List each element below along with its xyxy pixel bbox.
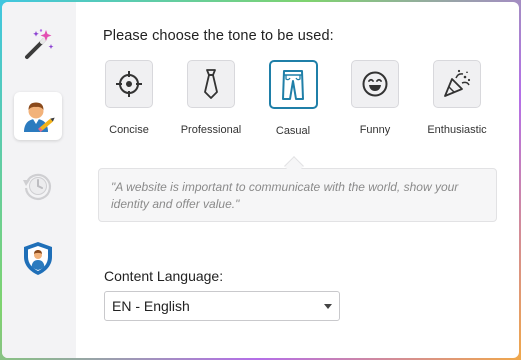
sidebar	[2, 2, 76, 358]
content-language-select[interactable]: EN - English	[104, 291, 340, 321]
sidebar-item-magic-wand[interactable]	[14, 20, 62, 68]
tone-example-box: "A website is important to communicate w…	[98, 168, 497, 222]
sidebar-item-history[interactable]	[14, 162, 62, 210]
tone-prompt: Please choose the tone to be used:	[103, 28, 334, 44]
jeans-icon	[282, 69, 304, 100]
tone-box[interactable]	[105, 60, 153, 108]
tone-option-concise[interactable]: Concise	[89, 60, 169, 136]
party-popper-icon	[444, 69, 471, 97]
user-edit-icon	[24, 102, 55, 132]
tone-option-professional[interactable]: Professional	[171, 60, 251, 136]
history-clock-icon	[23, 173, 52, 200]
tie-icon	[204, 69, 218, 99]
tone-option-casual[interactable]: Casual	[253, 60, 333, 137]
tone-option-enthusiastic[interactable]: Enthusiastic	[417, 60, 497, 136]
tone-label: Funny	[359, 124, 391, 136]
tone-box[interactable]	[187, 60, 235, 108]
target-icon	[116, 71, 142, 97]
tone-box[interactable]	[268, 60, 318, 109]
magic-wand-icon	[25, 29, 54, 59]
content-language-label: Content Language:	[104, 268, 224, 284]
sidebar-item-user-writer[interactable]	[14, 92, 62, 140]
tone-label: Casual	[275, 125, 311, 137]
content-language-value: EN - English	[112, 298, 190, 314]
tone-box[interactable]	[433, 60, 481, 108]
tone-label: Concise	[109, 124, 149, 136]
tone-label: Enthusiastic	[427, 124, 487, 136]
shield-user-icon	[24, 242, 52, 275]
chevron-down-icon	[324, 304, 332, 309]
tone-label: Professional	[180, 124, 242, 136]
tone-option-funny[interactable]: Funny	[335, 60, 415, 136]
main-panel: Please choose the tone to be used: Conci…	[76, 2, 519, 358]
laugh-icon	[362, 71, 388, 97]
sidebar-item-security[interactable]	[14, 234, 62, 282]
tone-box[interactable]	[351, 60, 399, 108]
app-window: Please choose the tone to be used: Conci…	[2, 2, 519, 358]
